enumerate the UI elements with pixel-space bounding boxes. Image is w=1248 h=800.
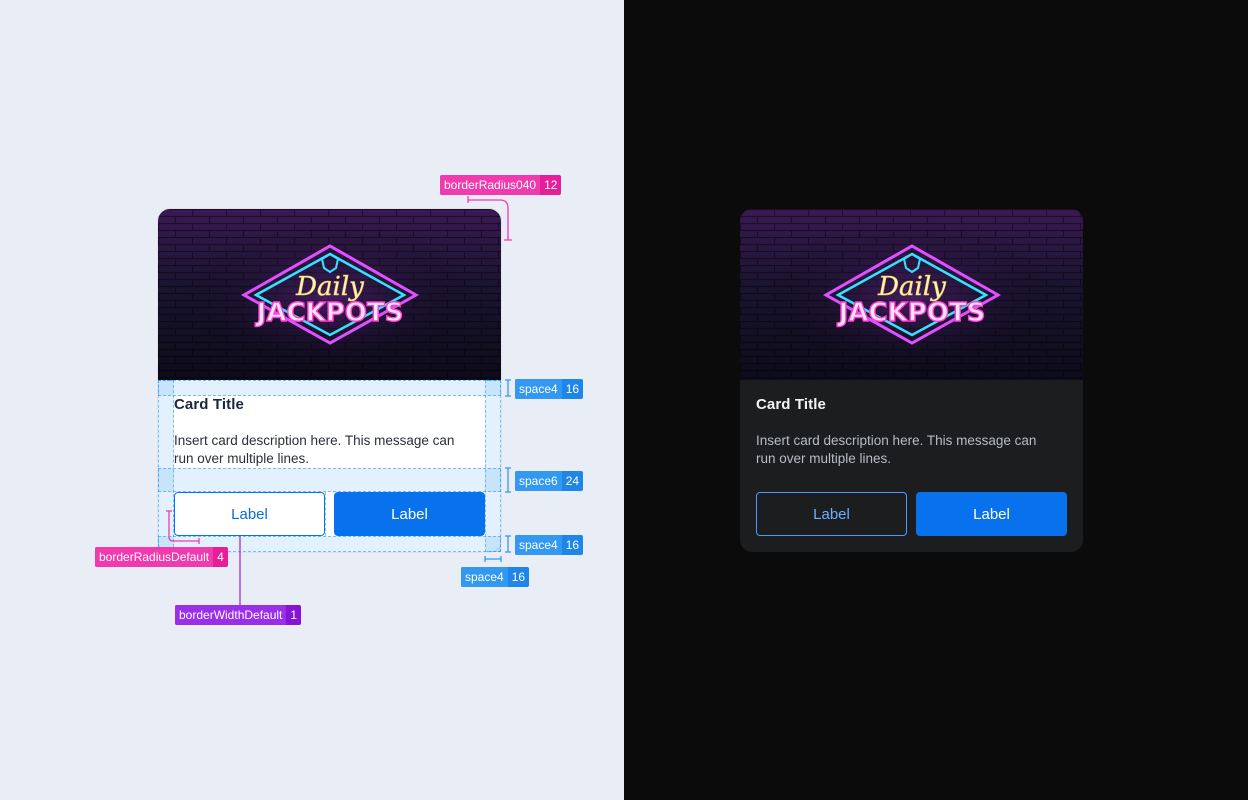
card-description: Insert card description here. This messa…: [756, 433, 1037, 466]
primary-button[interactable]: Label: [334, 492, 485, 536]
card-hero-image: Daily JACKPOTS: [740, 209, 1083, 380]
tag-space4-top: space4 16: [515, 379, 584, 399]
card-description: Insert card description here. This messa…: [174, 433, 455, 466]
secondary-button[interactable]: Label: [756, 492, 907, 536]
logo-text-jackpots: JACKPOTS: [837, 298, 986, 328]
secondary-button[interactable]: Label: [174, 492, 325, 536]
card-hero-image: Daily JACKPOTS: [158, 209, 501, 380]
light-card: Daily JACKPOTS Card Title Insert card de…: [158, 209, 501, 552]
tag-border-radius-default: borderRadiusDefault 4: [95, 547, 228, 567]
daily-jackpots-logo: Daily JACKPOTS: [822, 244, 1002, 345]
card-title: Card Title: [756, 396, 826, 413]
card-title: Card Title: [174, 396, 244, 413]
tag-border-radius-040: borderRadius040 12: [440, 175, 562, 195]
daily-jackpots-logo: Daily JACKPOTS: [240, 244, 420, 345]
tag-space4-bottom: space4 16: [515, 535, 584, 555]
logo-text-jackpots: JACKPOTS: [255, 298, 404, 328]
light-theme-panel: Daily JACKPOTS Card Title Insert card de…: [0, 0, 624, 800]
dark-card: Daily JACKPOTS Card Title Insert card de…: [740, 209, 1083, 552]
tag-space4-side: space4 16: [461, 567, 530, 587]
primary-button[interactable]: Label: [916, 492, 1067, 536]
tag-border-width-default: borderWidthDefault 1: [175, 605, 302, 625]
tag-space6: space6 24: [515, 471, 584, 491]
